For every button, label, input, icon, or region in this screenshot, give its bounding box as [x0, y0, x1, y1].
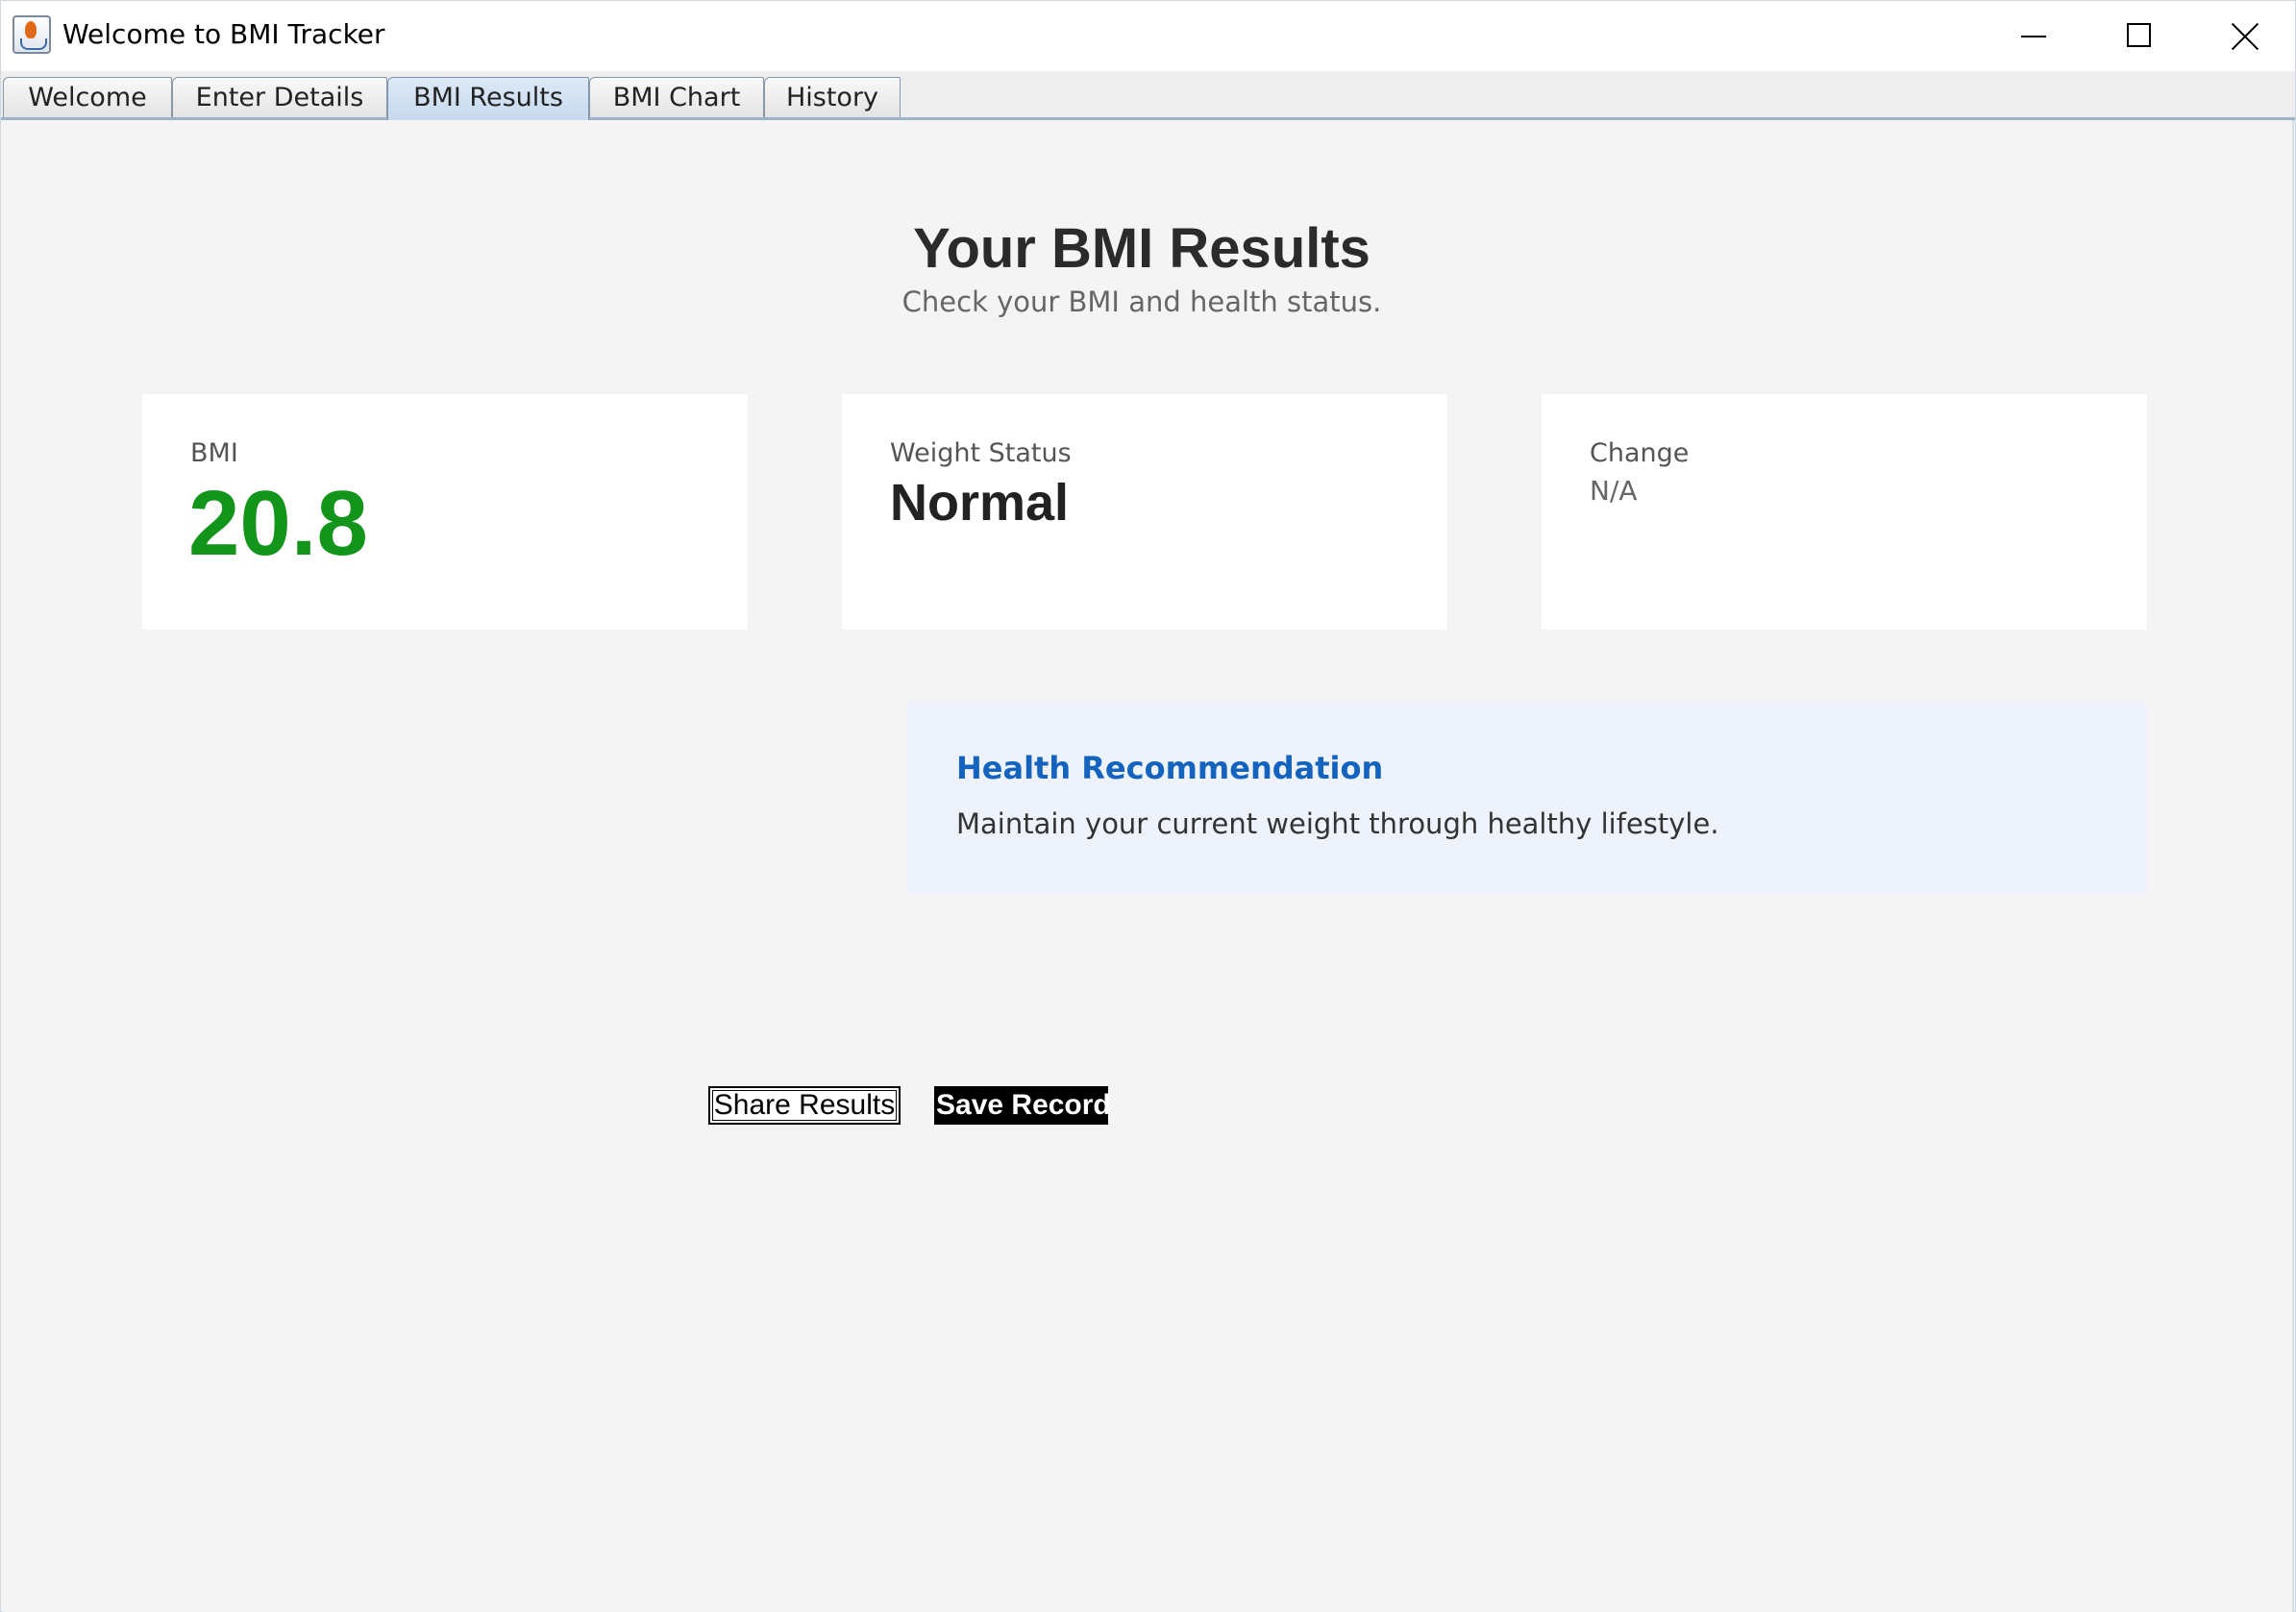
results-panel: Your BMI Results Check your BMI and heal… [3, 120, 2294, 1612]
page-title: Your BMI Results [913, 217, 1370, 280]
close-button[interactable] [2192, 1, 2296, 71]
share-results-label: Share Results [712, 1089, 897, 1121]
tab-history[interactable]: History [764, 77, 901, 117]
change-value: N/A [1590, 475, 1638, 507]
window-title: Welcome to BMI Tracker [62, 18, 385, 50]
share-results-button[interactable]: Share Results [708, 1086, 901, 1125]
app-window: Welcome to BMI Tracker Welcome Enter Det… [0, 0, 2296, 1612]
weight-status-card: Weight Status Normal [842, 394, 1447, 630]
bmi-value: 20.8 [188, 472, 368, 575]
minimize-button[interactable] [1981, 1, 2086, 71]
change-label: Change [1590, 438, 1690, 468]
tab-bmi-chart[interactable]: BMI Chart [589, 77, 764, 117]
page-subtitle: Check your BMI and health status. [901, 285, 1382, 318]
recommendation-title: Health Recommendation [956, 750, 1384, 786]
weight-status-label: Weight Status [890, 438, 1072, 468]
bmi-card: BMI 20.8 [142, 394, 748, 630]
maximize-button[interactable] [2086, 1, 2192, 71]
recommendation-text: Maintain your current weight through hea… [956, 807, 1719, 840]
change-card: Change N/A [1542, 394, 2147, 630]
save-record-button[interactable]: Save Record [934, 1086, 1111, 1125]
minimize-icon [2021, 36, 2046, 37]
tab-bmi-results[interactable]: BMI Results [387, 77, 589, 121]
maximize-icon [2127, 23, 2151, 47]
tab-welcome[interactable]: Welcome [3, 77, 172, 117]
health-recommendation-panel: Health Recommendation Maintain your curr… [906, 702, 2147, 894]
bmi-label: BMI [190, 438, 238, 468]
java-cup-icon [12, 15, 51, 54]
title-bar: Welcome to BMI Tracker [1, 1, 2295, 71]
weight-status-value: Normal [890, 474, 1070, 532]
close-icon [2231, 22, 2259, 51]
tab-enter-details[interactable]: Enter Details [172, 77, 387, 117]
